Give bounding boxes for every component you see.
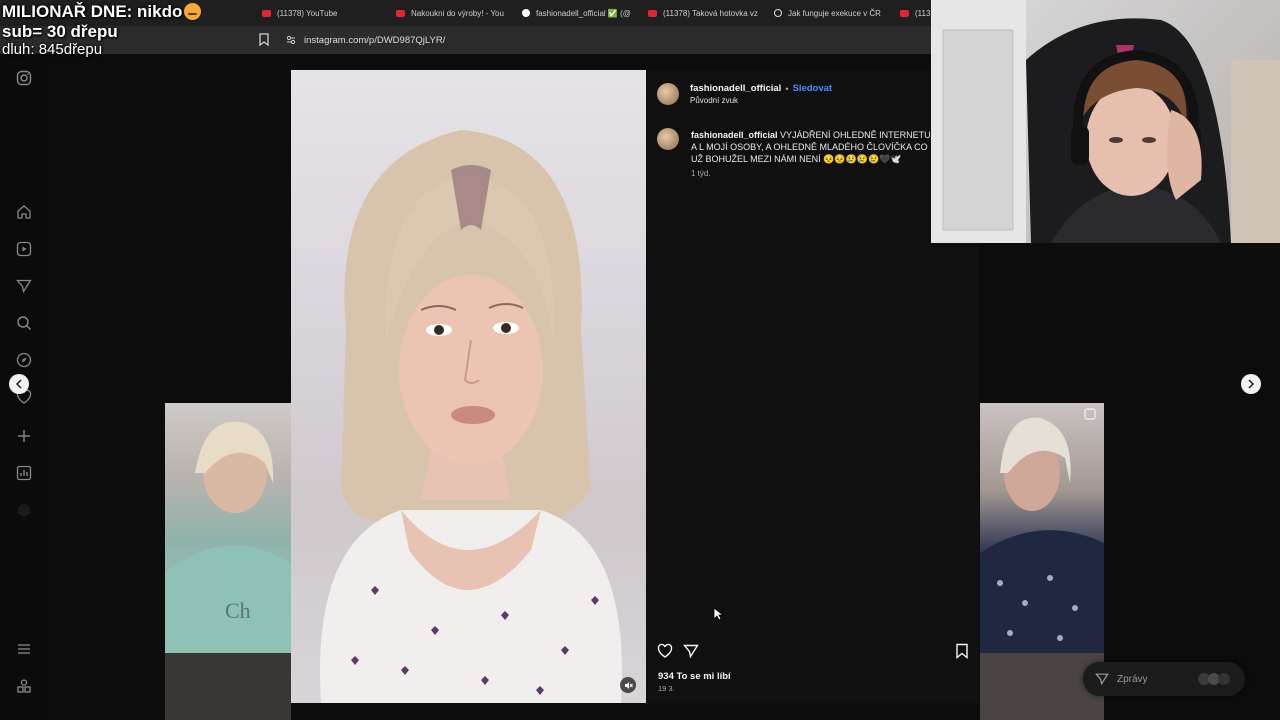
thumbnail-person-illustration: Ch bbox=[165, 421, 291, 653]
chevron-right-icon bbox=[1248, 379, 1255, 389]
tab-label: fashionadell_official ✅ (@ bbox=[536, 8, 631, 18]
site-settings-icon[interactable] bbox=[286, 35, 296, 45]
webcam-scene bbox=[931, 0, 1280, 243]
url-text: instagram.com/p/DWD987QjLYR/ bbox=[304, 34, 446, 46]
caption-timestamp: 1 týd. bbox=[691, 169, 711, 178]
messages-label: Zprávy bbox=[1117, 673, 1148, 685]
tab-label: (113 bbox=[915, 8, 931, 18]
bookmark-icon[interactable] bbox=[259, 33, 269, 46]
tab-label: (11378) Taková hotovka vz bbox=[663, 8, 758, 18]
tab-label: Nakoukni do výroby! - You bbox=[411, 8, 504, 18]
share-icon[interactable] bbox=[683, 643, 699, 659]
messages-button[interactable]: Zprávy bbox=[1083, 662, 1245, 696]
dashboard-icon[interactable] bbox=[16, 465, 32, 481]
youtube-icon bbox=[648, 9, 657, 17]
separator-dot: • bbox=[785, 83, 789, 94]
tab-label: Jak funguje exekuce v ČR bbox=[788, 8, 881, 18]
post-date: 19 3. bbox=[658, 684, 675, 693]
tab-exekuce[interactable]: Jak funguje exekuce v ČR bbox=[766, 0, 892, 26]
follow-button[interactable]: Sledovat bbox=[792, 83, 832, 94]
audio-label[interactable]: Původní zvuk bbox=[690, 96, 738, 105]
menu-icon[interactable] bbox=[16, 641, 32, 657]
svg-text:Ch: Ch bbox=[225, 598, 251, 623]
previous-post-button[interactable] bbox=[9, 374, 29, 394]
youtube-icon bbox=[262, 9, 271, 17]
explore-icon[interactable] bbox=[16, 352, 32, 368]
mute-button[interactable] bbox=[620, 677, 636, 693]
chevron-left-icon bbox=[15, 379, 22, 389]
github-icon bbox=[774, 9, 782, 17]
post-header: fashionadell_official • Sledovat bbox=[690, 83, 832, 94]
author-avatar[interactable] bbox=[657, 83, 679, 105]
post-details-panel: fashionadell_official • Sledovat Původní… bbox=[646, 70, 979, 703]
grid-thumbnail-bottom-1[interactable] bbox=[165, 653, 291, 720]
message-avatars bbox=[1198, 673, 1230, 685]
emoji-icon bbox=[184, 3, 202, 21]
tiktok-icon bbox=[522, 9, 530, 17]
overlay-debt: dluh: 845dřepu bbox=[2, 41, 103, 59]
url-field[interactable]: instagram.com/p/DWD987QjLYR/ bbox=[280, 30, 930, 50]
overlay-millionaire: MILIONAŘ DNE: nikdo bbox=[2, 2, 183, 21]
caption-avatar[interactable] bbox=[657, 128, 679, 150]
search-icon[interactable] bbox=[16, 315, 32, 331]
author-username[interactable]: fashionadell_official bbox=[690, 83, 781, 94]
grid-thumbnail-left[interactable]: Ch bbox=[165, 403, 291, 653]
streamer-webcam bbox=[931, 0, 1280, 243]
tab-tiktok[interactable]: fashionadell_official ✅ (@ bbox=[514, 0, 640, 26]
apps-icon[interactable] bbox=[16, 678, 32, 694]
post-video[interactable] bbox=[291, 70, 646, 703]
next-post-button[interactable] bbox=[1241, 374, 1261, 394]
youtube-icon bbox=[900, 9, 909, 17]
post-caption: fashionadell_official VYJÁDŘENÍ OHLEDNĚ … bbox=[691, 129, 936, 165]
tab-nakoukni[interactable]: Nakoukni do výroby! - You bbox=[388, 0, 514, 26]
create-plus-icon[interactable] bbox=[16, 428, 32, 444]
reels-icon[interactable] bbox=[16, 241, 32, 257]
save-bookmark-icon[interactable] bbox=[954, 643, 970, 659]
instagram-logo-icon[interactable] bbox=[16, 70, 32, 86]
grid-thumbnail-right[interactable] bbox=[980, 403, 1104, 653]
overlay-sub: sub= 30 dřepu bbox=[2, 21, 118, 41]
like-heart-icon[interactable] bbox=[657, 643, 673, 659]
video-frame-person bbox=[320, 130, 622, 703]
send-icon bbox=[1095, 673, 1109, 686]
tab-label: (11378) YouTube bbox=[277, 8, 338, 18]
speaker-muted-icon bbox=[624, 681, 633, 689]
screen: (11378) YouTube Nakoukni do výroby! - Yo… bbox=[0, 0, 1280, 720]
likes-count[interactable]: 934 To se mi líbí bbox=[658, 671, 731, 682]
caption-username[interactable]: fashionadell_official bbox=[691, 130, 778, 140]
thumbnail-person-illustration bbox=[980, 408, 1104, 653]
stream-overlay: MILIONAŘ DNE: nikdo sub= 30 dřepu dluh: … bbox=[2, 2, 202, 59]
youtube-icon bbox=[396, 9, 405, 17]
send-icon[interactable] bbox=[16, 278, 32, 294]
mouse-cursor-icon bbox=[713, 607, 723, 621]
tab-hotovka[interactable]: (11378) Taková hotovka vz bbox=[640, 0, 766, 26]
profile-avatar-icon[interactable] bbox=[16, 502, 32, 518]
home-icon[interactable] bbox=[16, 204, 32, 220]
